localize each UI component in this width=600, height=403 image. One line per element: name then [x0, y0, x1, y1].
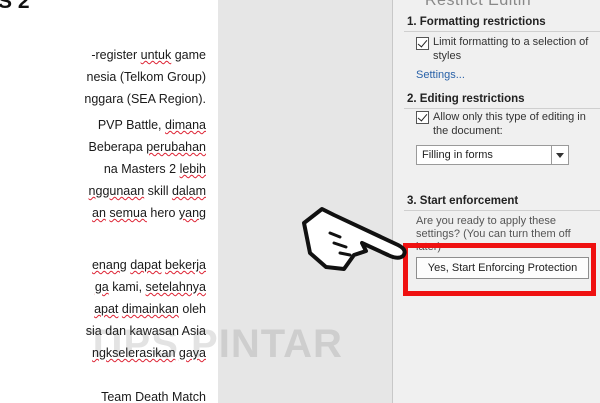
document-text-line: Beberapa perubahan	[89, 140, 206, 154]
document-text-line: -register untuk game	[91, 48, 206, 62]
document-text-line: sia dan kawasan Asia	[86, 324, 206, 338]
text-run: sia dan kawasan Asia	[85, 324, 206, 338]
formatting-settings-link[interactable]: Settings...	[416, 69, 465, 81]
misspelled-word: nggunaan	[88, 184, 145, 198]
misspelled-word: enang	[91, 258, 127, 272]
document-text-line: PVP Battle, dimana	[98, 118, 206, 132]
misspelled-word: dimainkan	[121, 302, 179, 316]
misspelled-word: semua	[109, 206, 147, 220]
start-enforcement-header: 3. Start enforcement	[407, 195, 519, 207]
document-heading: S 2	[0, 0, 30, 13]
text-run: PVP Battle,	[97, 118, 165, 132]
text-run: Team Death Match	[101, 390, 206, 403]
misspelled-word: dalam	[171, 184, 206, 198]
document-text-line: nesia (Telkom Group)	[87, 70, 207, 84]
allow-editing-checkbox[interactable]	[416, 111, 429, 124]
document-text-line: nggara (SEA Region).	[84, 92, 206, 106]
document-text-line: apat dimainkan oleh	[94, 302, 206, 316]
misspelled-word: yang	[178, 206, 206, 220]
misspelled-word: ga	[94, 280, 109, 294]
document-page[interactable]: S 2 -register untuk game nesia (Telkom Gr…	[0, 0, 218, 403]
text-run: oleh	[178, 302, 206, 316]
misspelled-word: setelahnya	[145, 280, 206, 294]
document-text-line: nggunaan skill dalam	[89, 184, 206, 198]
document-text-line: an semua hero yang	[92, 206, 206, 220]
text-run: hero	[146, 206, 179, 220]
misspelled-word: an	[92, 206, 106, 220]
text-run: Beberapa	[88, 140, 147, 154]
misspelled-word: dapat	[130, 258, 162, 272]
document-text-line: ga kami, setelahnya	[95, 280, 206, 294]
document-text-line: Team Death Match	[101, 390, 206, 403]
chevron-down-icon[interactable]	[551, 146, 568, 164]
text-run: -register	[91, 48, 141, 62]
text-run: kami,	[108, 280, 146, 294]
misspelled-word: dimana	[165, 118, 206, 132]
misspelled-word: untuk	[140, 48, 172, 62]
pasteboard-area	[218, 0, 392, 403]
pane-title: Restrict Editin	[425, 0, 532, 9]
section-divider	[404, 108, 600, 109]
formatting-restrictions-header: 1. Formatting restrictions	[407, 16, 546, 28]
misspelled-word: ngkselerasikan	[92, 346, 176, 360]
document-text-line: ngkselerasikan gaya	[92, 346, 206, 360]
editing-type-dropdown[interactable]: Filling in forms	[416, 145, 569, 165]
document-text-line: enang dapat bekerja	[92, 258, 206, 272]
text-run: nesia (Telkom Group)	[86, 70, 207, 84]
text-run: nggara (SEA Region).	[84, 92, 206, 106]
pointing-hand-icon	[302, 207, 407, 271]
limit-formatting-label: Limit formatting to a selection of style…	[433, 36, 589, 62]
misspelled-word: apat	[94, 302, 119, 316]
limit-formatting-checkbox[interactable]	[416, 37, 429, 50]
section-divider	[404, 210, 600, 211]
misspelled-word: lebih	[179, 162, 206, 176]
text-run: skill	[144, 184, 172, 198]
editing-restrictions-header: 2. Editing restrictions	[407, 93, 525, 105]
text-run: na Masters 2	[103, 162, 180, 176]
misspelled-word: bekerja	[165, 258, 206, 272]
misspelled-word: gaya	[178, 346, 206, 360]
text-run: game	[171, 48, 206, 62]
document-text-line: na Masters 2 lebih	[104, 162, 206, 176]
editing-type-value: Filling in forms	[422, 149, 493, 161]
allow-editing-label: Allow only this type of editing in the d…	[433, 111, 586, 137]
misspelled-word: perubahan	[146, 140, 206, 154]
section-divider	[404, 31, 600, 32]
start-enforcing-protection-button[interactable]: Yes, Start Enforcing Protection	[416, 257, 589, 279]
